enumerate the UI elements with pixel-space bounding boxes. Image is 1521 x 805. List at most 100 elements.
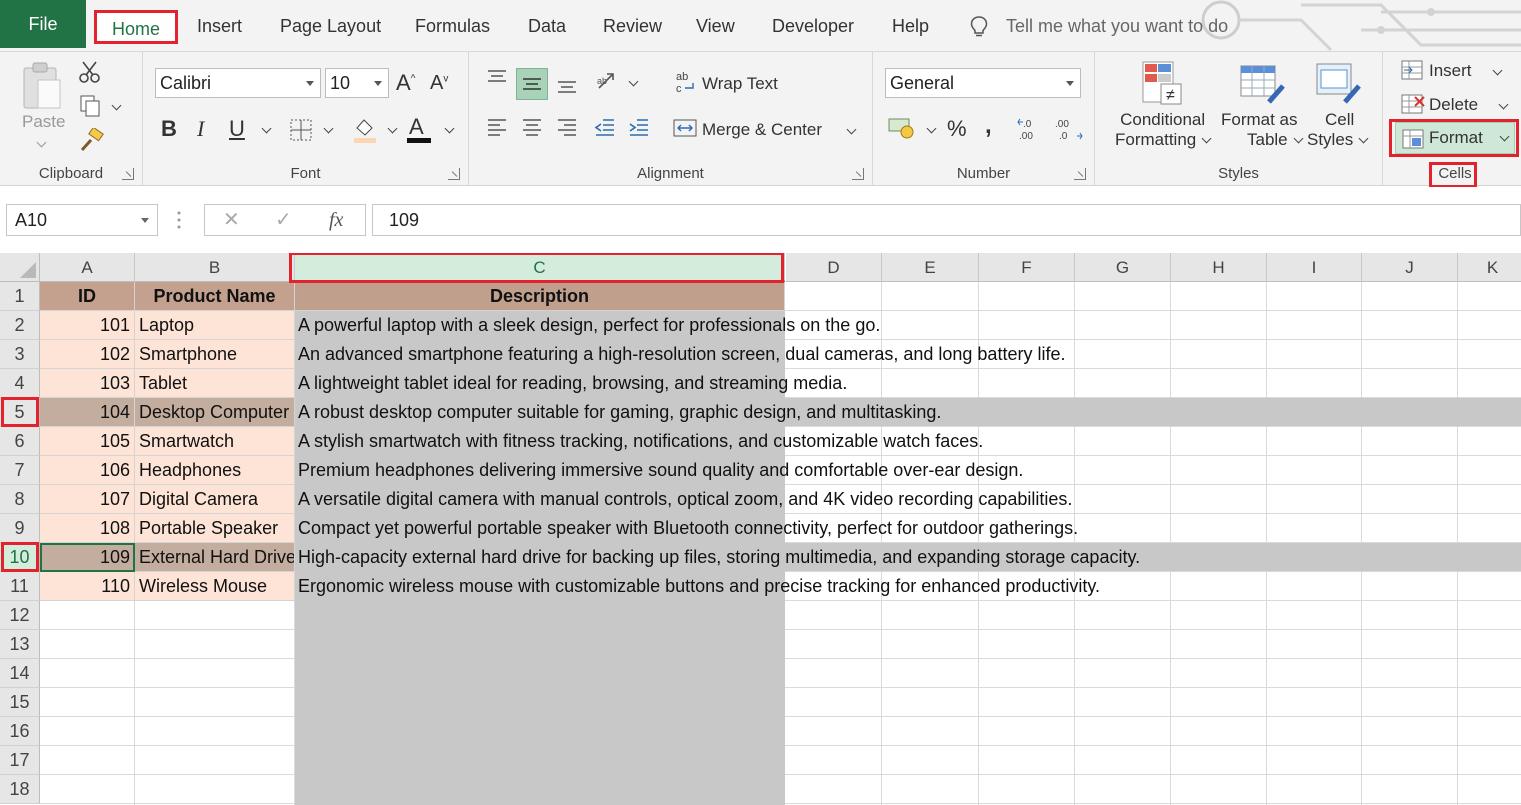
row-header-17[interactable]: 17 (0, 746, 40, 775)
row-header-18[interactable]: 18 (0, 775, 40, 804)
cell-description[interactable]: Ergonomic wireless mouse with customizab… (298, 572, 1100, 601)
column-header-h[interactable]: H (1171, 253, 1267, 282)
cell-styles-button[interactable]: Cell Styles (1307, 110, 1369, 150)
increase-decimal-icon[interactable]: .0.00 (1017, 116, 1047, 142)
row-header-13[interactable]: 13 (0, 630, 40, 659)
underline-dropdown-icon[interactable] (261, 123, 272, 134)
cut-icon[interactable] (78, 60, 102, 84)
font-name-select[interactable]: Calibri (155, 68, 321, 98)
align-left-icon[interactable] (485, 116, 509, 140)
top-align-icon[interactable] (485, 68, 509, 90)
cell-id[interactable]: 107 (40, 485, 135, 514)
row-header-14[interactable]: 14 (0, 659, 40, 688)
merge-center-dropdown-icon[interactable] (846, 124, 857, 135)
row-header-15[interactable]: 15 (0, 688, 40, 717)
cell-id[interactable]: 106 (40, 456, 135, 485)
worksheet-grid[interactable]: ABCDEFGHIJK ID Product Name Description 101… (0, 253, 1521, 805)
copy-dropdown-icon[interactable] (111, 100, 122, 111)
column-header-f[interactable]: F (979, 253, 1075, 282)
wrap-text-button[interactable]: Wrap Text (702, 74, 778, 94)
tab-insert[interactable]: Insert (187, 8, 252, 44)
row-header-6[interactable]: 6 (0, 427, 40, 456)
enter-icon[interactable]: ✓ (275, 205, 292, 235)
merge-center-button[interactable]: Merge & Center (702, 120, 822, 140)
font-size-select[interactable]: 10 (325, 68, 389, 98)
header-cell-product-name[interactable]: Product Name (135, 282, 295, 311)
decrease-decimal-icon[interactable]: .00.0 (1053, 116, 1083, 142)
cell-id[interactable]: 110 (40, 572, 135, 601)
cell-styles-icon[interactable] (1315, 60, 1361, 106)
clipboard-dialog-launcher-icon[interactable] (122, 168, 134, 180)
header-cell-description[interactable]: Description (295, 282, 785, 311)
cell-id[interactable]: 109 (40, 543, 135, 572)
row-header-3[interactable]: 3 (0, 340, 40, 369)
cell-id[interactable]: 104 (40, 398, 135, 427)
tab-formulas[interactable]: Formulas (405, 8, 500, 44)
cell-product-name[interactable]: External Hard Drive (135, 543, 295, 572)
tab-data[interactable]: Data (518, 8, 576, 44)
font-color-dropdown-icon[interactable] (444, 123, 455, 134)
alignment-dialog-launcher-icon[interactable] (852, 168, 864, 180)
tab-home[interactable]: Home (94, 10, 178, 44)
insert-function-icon[interactable]: fx (329, 205, 343, 235)
row-header-2[interactable]: 2 (0, 311, 40, 340)
paste-dropdown-icon[interactable] (36, 137, 47, 148)
cell-id[interactable]: 105 (40, 427, 135, 456)
cell-product-name[interactable]: Desktop Computer (135, 398, 295, 427)
header-cell-id[interactable]: ID (40, 282, 135, 311)
orientation-dropdown-icon[interactable] (628, 76, 639, 87)
insert-cells-button[interactable]: Insert (1429, 61, 1472, 81)
insert-cells-dropdown-icon[interactable] (1492, 65, 1503, 76)
paste-icon[interactable] (20, 60, 64, 114)
increase-indent-icon[interactable] (627, 116, 651, 140)
tab-developer[interactable]: Developer (762, 8, 864, 44)
wrap-text-icon[interactable]: abc (675, 70, 697, 94)
row-header-11[interactable]: 11 (0, 572, 40, 601)
cell-description[interactable]: A powerful laptop with a sleek design, p… (298, 311, 880, 340)
orientation-icon[interactable]: ab (595, 70, 619, 94)
cell-description[interactable]: Premium headphones delivering immersive … (298, 456, 1023, 485)
cell-description[interactable]: A stylish smartwatch with fitness tracki… (298, 427, 983, 456)
cell-description[interactable]: Compact yet powerful portable speaker wi… (298, 514, 1078, 543)
increase-font-size-icon[interactable]: A^ (396, 70, 415, 96)
delete-cells-icon[interactable] (1401, 94, 1425, 114)
conditional-formatting-icon[interactable]: ≠ (1141, 60, 1183, 106)
cell-description[interactable]: A versatile digital camera with manual c… (298, 485, 1072, 514)
cell-product-name[interactable]: Portable Speaker (135, 514, 295, 543)
delete-cells-dropdown-icon[interactable] (1498, 99, 1509, 110)
row-header-9[interactable]: 9 (0, 514, 40, 543)
column-header-e[interactable]: E (882, 253, 979, 282)
tab-review[interactable]: Review (593, 8, 672, 44)
cell-product-name[interactable]: Laptop (135, 311, 295, 340)
font-dialog-launcher-icon[interactable] (448, 168, 460, 180)
cell-id[interactable]: 102 (40, 340, 135, 369)
cell-description[interactable]: A robust desktop computer suitable for g… (298, 398, 941, 427)
name-box[interactable]: A10 (6, 204, 158, 236)
borders-icon[interactable] (289, 118, 313, 142)
tab-help[interactable]: Help (882, 8, 939, 44)
accounting-dropdown-icon[interactable] (926, 123, 937, 134)
cell-product-name[interactable]: Wireless Mouse (135, 572, 295, 601)
row-header-7[interactable]: 7 (0, 456, 40, 485)
column-header-a[interactable]: A (40, 253, 135, 282)
row-header-4[interactable]: 4 (0, 369, 40, 398)
borders-dropdown-icon[interactable] (323, 123, 334, 134)
paste-button-label[interactable]: Paste (22, 112, 65, 132)
tab-view[interactable]: View (686, 8, 745, 44)
format-as-table-icon[interactable] (1239, 60, 1285, 106)
fill-color-icon[interactable] (351, 116, 379, 144)
middle-align-button[interactable] (516, 68, 548, 100)
cell-description[interactable]: A lightweight tablet ideal for reading, … (298, 369, 847, 398)
cell-product-name[interactable]: Smartphone (135, 340, 295, 369)
accounting-format-icon[interactable] (887, 116, 915, 140)
select-all-corner[interactable] (0, 253, 40, 282)
column-header-i[interactable]: I (1267, 253, 1362, 282)
underline-icon[interactable]: U (229, 116, 245, 142)
font-color-icon[interactable]: A (409, 114, 424, 140)
cell-product-name[interactable]: Digital Camera (135, 485, 295, 514)
column-header-g[interactable]: G (1075, 253, 1171, 282)
bold-icon[interactable]: B (161, 116, 177, 142)
insert-cells-icon[interactable] (1401, 60, 1423, 80)
cell-product-name[interactable]: Tablet (135, 369, 295, 398)
formula-bar-grip-icon[interactable] (176, 209, 182, 231)
